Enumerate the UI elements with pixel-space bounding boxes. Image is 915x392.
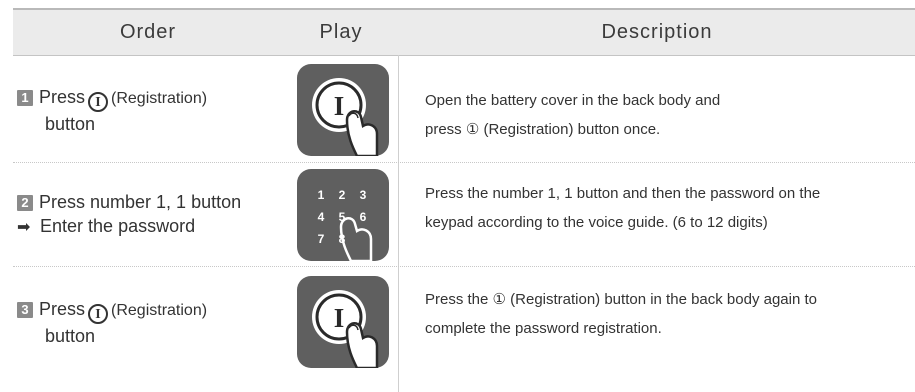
keypad-key: 1 (318, 188, 325, 202)
step-number-badge: 1 (17, 90, 33, 106)
keypad-key: 7 (318, 232, 325, 246)
keypad-key: 3 (360, 188, 367, 202)
step-description: Open the battery cover in the back body … (425, 86, 915, 144)
order-text: button (45, 114, 96, 134)
registration-button-icon: I (88, 92, 109, 112)
description-line: Press the number 1, 1 button and then th… (425, 185, 821, 202)
table-header: Order Play Description (13, 10, 915, 56)
step-description: Press the number 1, 1 button and then th… (425, 179, 915, 237)
right-arrow-icon: ➡ (17, 219, 31, 236)
step-description: Press the ① (Registration) button in the… (425, 285, 915, 343)
table-row: 2 Press number 1, 1 button ➡ Enter the pa… (13, 163, 915, 267)
registration-button-icon: I (88, 304, 109, 324)
order-text: Press number 1, 1 button (39, 192, 242, 212)
step-number-badge: 2 (17, 195, 33, 211)
registration-button-press-icon: I (297, 64, 389, 156)
table-row: 3 Press I (Registration) button I Press the… (13, 267, 915, 384)
order-text: (Registration) (111, 302, 208, 319)
keypad-press-icon: 1 2 3 4 5 6 7 8 (297, 169, 389, 261)
order-text: (Registration) (111, 90, 208, 107)
keypad-key: 4 (318, 210, 325, 224)
step-order: 1 Press I (Registration) button (17, 85, 207, 136)
header-play: Play (319, 21, 363, 43)
order-text: Enter the password (40, 216, 196, 236)
keypad-key: 2 (339, 188, 346, 202)
step-number-badge: 3 (17, 302, 33, 318)
description-line: Press the ① (Registration) button in the… (425, 291, 817, 308)
order-text: button (45, 326, 96, 346)
order-text: Press (39, 299, 86, 319)
step-order: 3 Press I (Registration) button (17, 297, 207, 348)
table-row: 1 Press I (Registration) button I Open the … (13, 56, 915, 163)
svg-text:I: I (334, 91, 345, 121)
description-line: complete the password registration. (425, 320, 662, 337)
step-order: 2 Press number 1, 1 button ➡ Enter the pa… (17, 190, 241, 240)
registration-button-press-icon: I (297, 276, 389, 368)
description-line: press ① (Registration) button once. (425, 121, 661, 138)
keypad-key: 6 (360, 210, 367, 224)
order-text: Press (39, 87, 86, 107)
svg-text:I: I (334, 303, 345, 333)
description-line: keypad according to the voice guide. (6 … (425, 214, 768, 231)
header-description: Description (601, 21, 713, 43)
header-order: Order (119, 21, 177, 43)
description-line: Open the battery cover in the back body … (425, 92, 721, 109)
